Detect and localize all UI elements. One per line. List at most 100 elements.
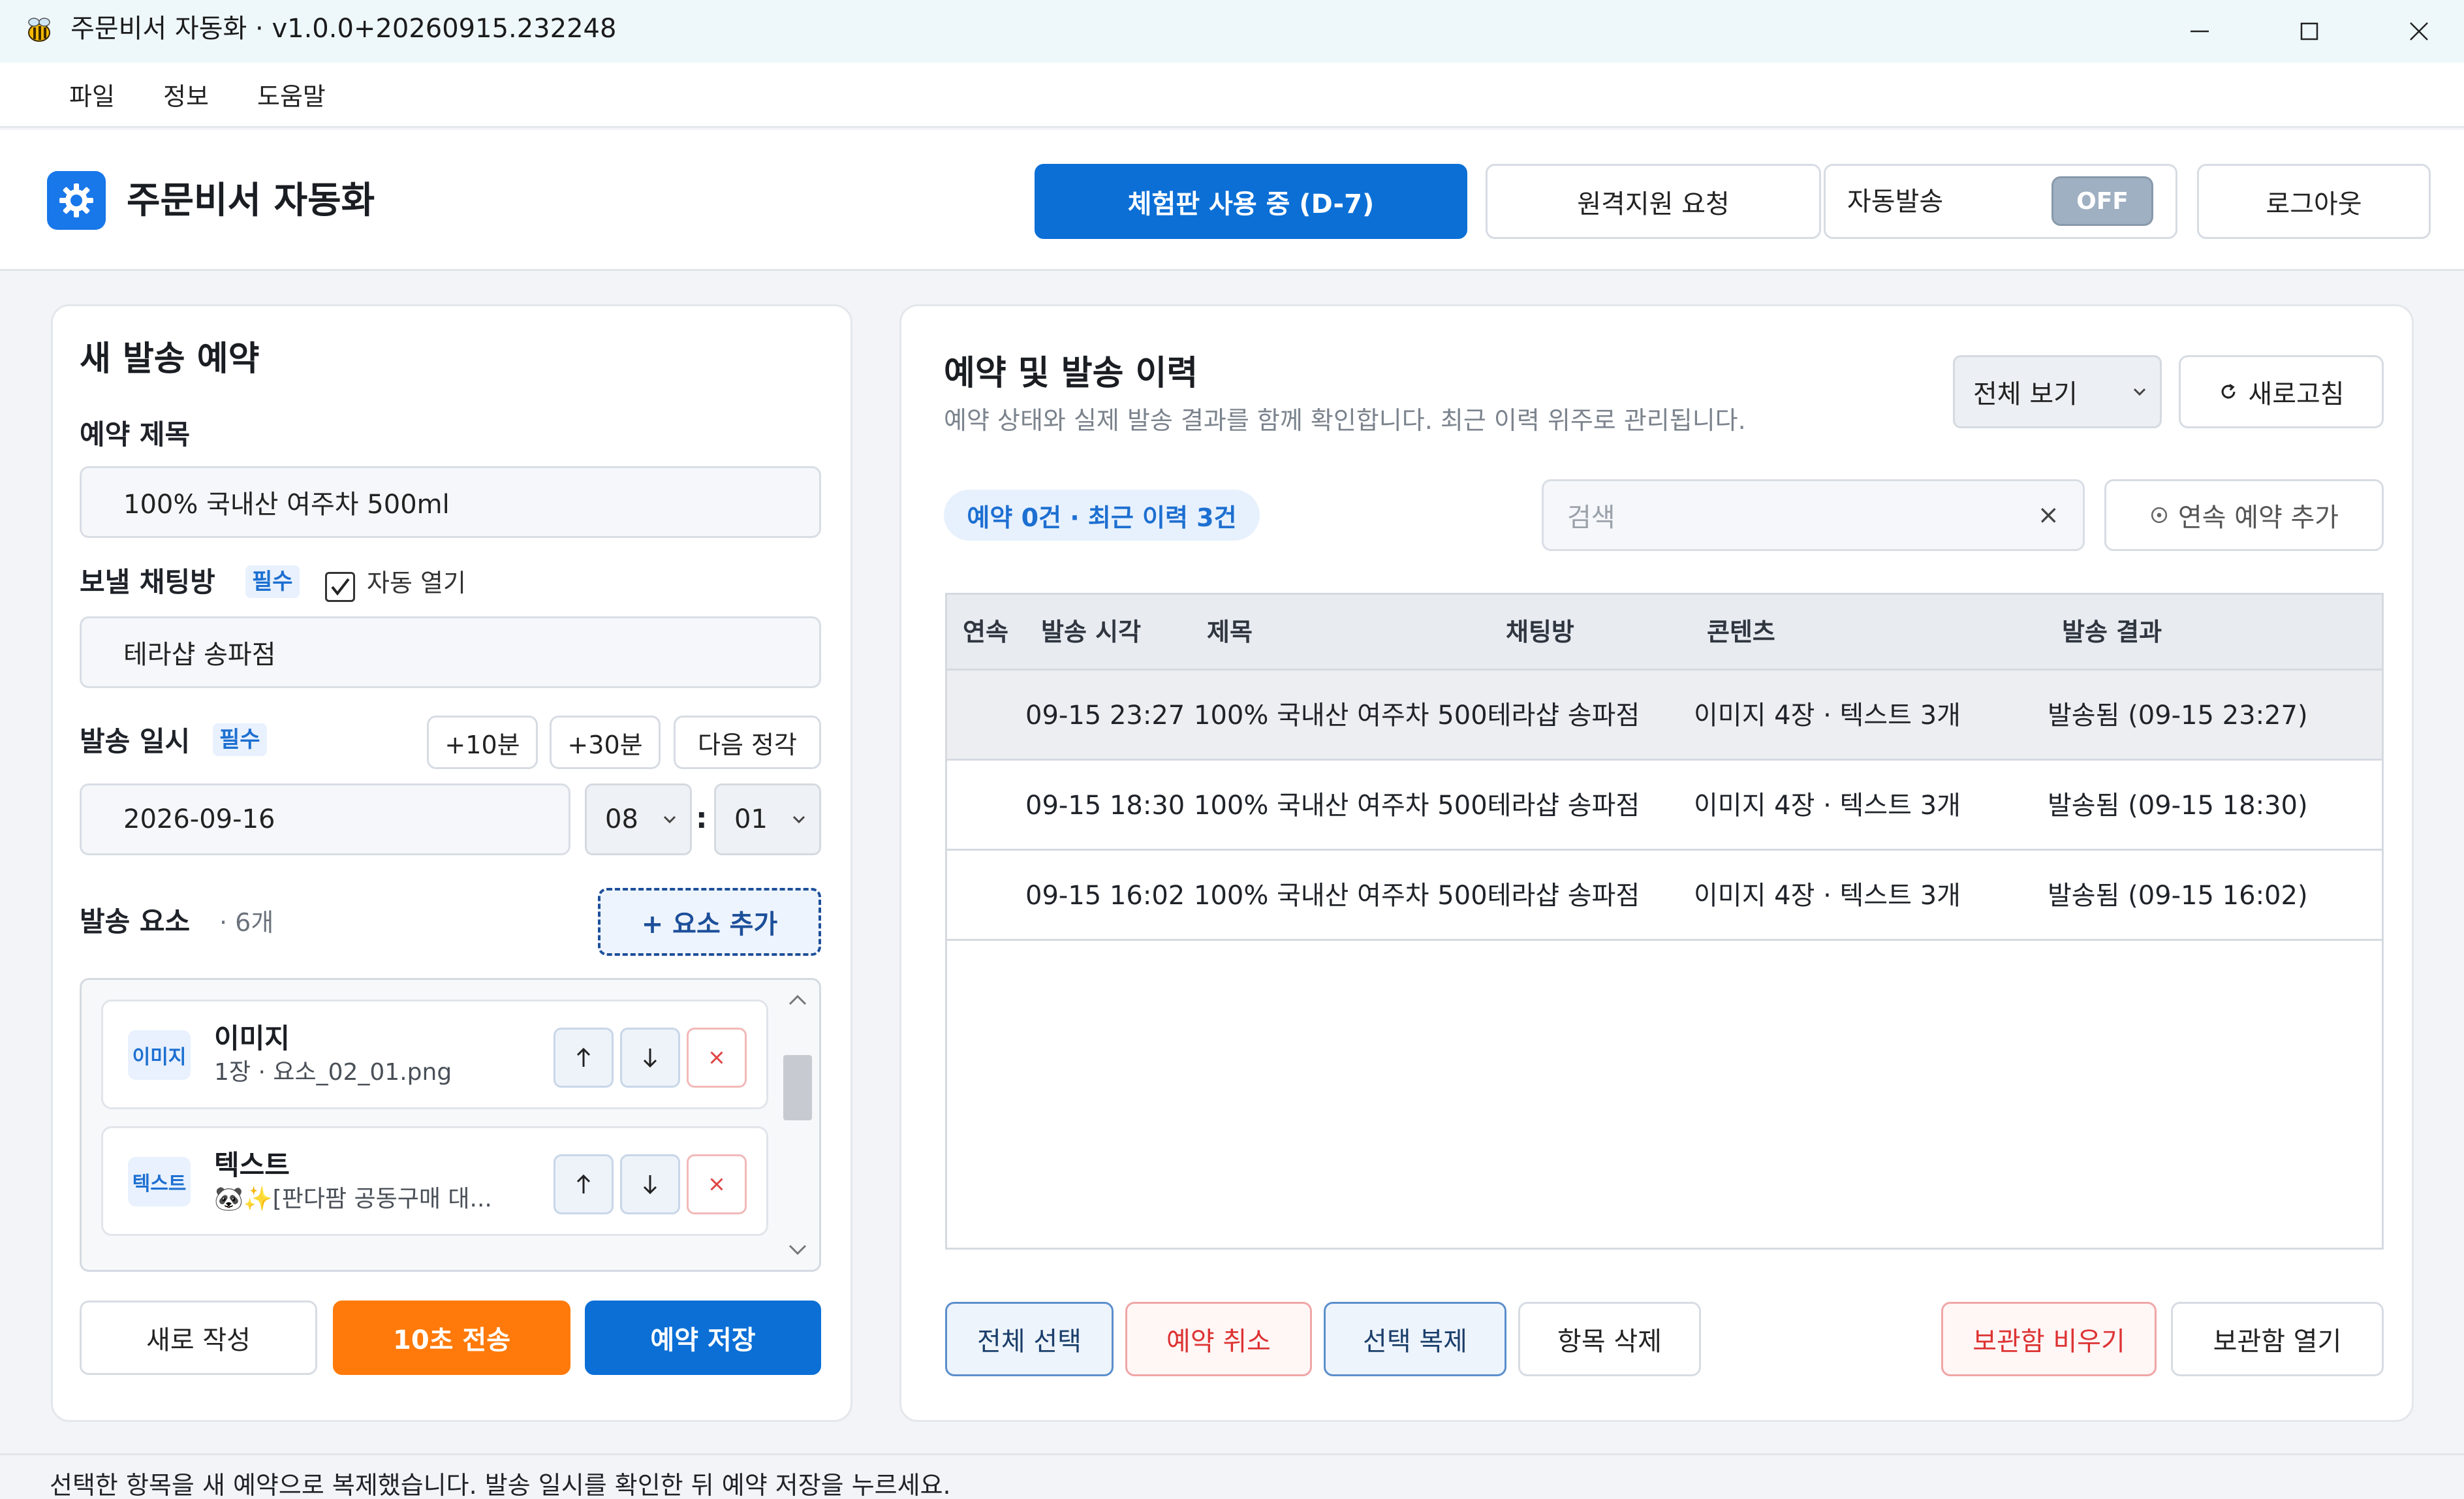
chat-room-label: 보낼 채팅방: [80, 566, 215, 598]
new-reservation-heading: 새 발송 예약: [80, 339, 260, 379]
element-subtitle: 🐼✨[판다팜 공동구매 대...: [214, 1186, 492, 1212]
cell-content: 이미지 4장 · 텍스트 3개: [1694, 881, 1961, 911]
element-title: 이미지: [214, 1022, 290, 1054]
title-label: 예약 제목: [80, 418, 191, 450]
new-draft-button[interactable]: 새로 작성: [80, 1301, 317, 1375]
auto-open-label: 자동 열기: [367, 569, 466, 597]
move-up-button[interactable]: [554, 1028, 614, 1088]
arrow-up-icon: [576, 1174, 591, 1193]
filter-value: 전체 보기: [1973, 379, 2078, 409]
add-series-reservation-button[interactable]: 연속 예약 추가: [2104, 479, 2384, 551]
filter-select[interactable]: 전체 보기: [1953, 355, 2162, 428]
refresh-label: 새로고침: [2248, 379, 2345, 409]
element-title: 텍스트: [214, 1149, 290, 1181]
history-heading: 예약 및 발송 이력: [944, 354, 1198, 393]
cell-time: 09-15 18:30: [1025, 791, 1185, 821]
table-row[interactable]: 09-15 23:27 100% 국내산 여주차 500테라샵 송파점 이미지 …: [947, 671, 2382, 761]
search-input[interactable]: 검색 ×: [1542, 479, 2085, 551]
element-type-badge: 이미지: [128, 1030, 191, 1080]
title-input[interactable]: 100% 국내산 여주차 500ml: [80, 466, 821, 538]
cell-time: 09-15 23:27: [1025, 701, 1185, 731]
open-archive-button[interactable]: 보관함 열기: [2171, 1302, 2384, 1376]
element-list-scrollbar[interactable]: [779, 983, 816, 1267]
clear-search-icon[interactable]: ×: [2037, 500, 2059, 530]
checkmark-icon: [331, 578, 350, 596]
move-down-button[interactable]: [620, 1154, 680, 1214]
close-icon: [710, 1051, 723, 1064]
date-input[interactable]: 2026-09-16: [80, 783, 570, 855]
cell-result: 발송됨 (09-15 23:27): [2048, 701, 2308, 731]
menu-info[interactable]: 정보: [163, 78, 209, 115]
maximize-icon: [2300, 22, 2318, 40]
trial-status-button[interactable]: 체험판 사용 중 (D-7): [1035, 164, 1467, 239]
arrow-down-icon: [643, 1175, 657, 1195]
select-all-button[interactable]: 전체 선택: [945, 1302, 1114, 1376]
cell-time: 09-15 16:02: [1025, 881, 1185, 911]
next-hour-button[interactable]: 다음 정각: [674, 716, 821, 769]
move-down-button[interactable]: [620, 1028, 680, 1088]
auto-send-switch[interactable]: OFF: [2051, 176, 2153, 226]
auto-open-checkbox[interactable]: [325, 572, 355, 602]
minimize-icon: [2191, 30, 2209, 33]
column-result[interactable]: 발송 결과: [2062, 616, 2162, 648]
plus-10-minutes-button[interactable]: +10분: [427, 716, 538, 769]
element-type-badge: 텍스트: [128, 1157, 191, 1207]
window-title: 주문비서 자동화 · v1.0.0+20260915.232248: [70, 14, 617, 44]
chat-room-input[interactable]: 테라샵 송파점: [80, 616, 821, 688]
status-message: 선택한 항목을 새 예약으로 복제했습니다. 발송 일시를 확인한 뒤 예약 저…: [50, 1471, 951, 1499]
move-up-button[interactable]: [554, 1154, 614, 1214]
logout-button[interactable]: 로그아웃: [2197, 164, 2431, 239]
chevron-down-icon: [792, 815, 805, 824]
table-row[interactable]: 09-15 18:30 100% 국내산 여주차 500테라샵 송파점 이미지 …: [947, 761, 2382, 851]
hour-select[interactable]: 08: [585, 783, 692, 855]
elements-count: · 6개: [219, 908, 274, 937]
history-subtitle: 예약 상태와 실제 발송 결과를 함께 확인합니다. 최근 이력 위주로 관리됩…: [944, 406, 1746, 435]
required-badge-datetime: 필수: [213, 723, 267, 756]
menu-help[interactable]: 도움말: [257, 78, 326, 115]
remote-support-button[interactable]: 원격지원 요청: [1486, 164, 1821, 239]
refresh-icon: [2221, 384, 2236, 399]
remove-element-button[interactable]: [687, 1154, 747, 1214]
add-series-label: 연속 예약 추가: [2177, 503, 2339, 533]
list-item[interactable]: 텍스트 텍스트 🐼✨[판다팜 공동구매 대...: [101, 1126, 768, 1236]
cell-content: 이미지 4장 · 텍스트 3개: [1694, 701, 1961, 731]
cell-title-room: 100% 국내산 여주차 500테라샵 송파점: [1194, 791, 1640, 821]
column-send-time[interactable]: 발송 시각: [1041, 616, 1141, 648]
elements-label: 발송 요소: [80, 906, 191, 938]
auto-send-label: 자동발송: [1847, 187, 1944, 217]
cell-title-room: 100% 국내산 여주차 500테라샵 송파점: [1194, 701, 1640, 731]
chevron-down-icon: [2133, 388, 2146, 396]
column-content[interactable]: 콘텐츠: [1707, 616, 1775, 648]
cell-content: 이미지 4장 · 텍스트 3개: [1694, 791, 1961, 821]
remove-element-button[interactable]: [687, 1028, 747, 1088]
column-series[interactable]: 연속: [963, 616, 1008, 648]
minimize-button[interactable]: [2145, 0, 2254, 63]
menu-file[interactable]: 파일: [69, 78, 115, 115]
cell-result: 발송됨 (09-15 18:30): [2048, 791, 2308, 821]
close-icon: [2410, 22, 2428, 40]
close-window-button[interactable]: [2364, 0, 2464, 63]
duplicate-selected-button[interactable]: 선택 복제: [1324, 1302, 1506, 1376]
minute-select[interactable]: 01: [714, 783, 821, 855]
cancel-reservation-button[interactable]: 예약 취소: [1125, 1302, 1312, 1376]
send-in-10-seconds-button[interactable]: 10초 전송: [333, 1301, 570, 1375]
time-separator: :: [696, 802, 708, 835]
history-table: 연속 발송 시각 제목 채팅방 콘텐츠 발송 결과 09-15 23:27 10…: [945, 593, 2384, 1250]
element-subtitle: 1장 · 요소_02_01.png: [214, 1059, 452, 1086]
element-list: 이미지 이미지 1장 · 요소_02_01.png 텍스트 텍스트 🐼✨[판다팜…: [80, 978, 821, 1272]
arrow-down-icon: [643, 1049, 657, 1068]
column-title[interactable]: 제목: [1207, 616, 1253, 648]
summary-badge: 예약 0건 · 최근 이력 3건: [944, 490, 1260, 541]
delete-item-button[interactable]: 항목 삭제: [1518, 1302, 1701, 1376]
empty-archive-button[interactable]: 보관함 비우기: [1941, 1302, 2157, 1376]
table-row[interactable]: 09-15 16:02 100% 국내산 여주차 500테라샵 송파점 이미지 …: [947, 851, 2382, 941]
list-item[interactable]: 이미지 이미지 1장 · 요소_02_01.png: [101, 1000, 768, 1109]
column-chat-room[interactable]: 채팅방: [1506, 616, 1574, 648]
bee-app-icon: [22, 13, 56, 47]
maximize-button[interactable]: [2254, 0, 2364, 63]
add-element-button[interactable]: + 요소 추가: [598, 888, 821, 956]
plus-30-minutes-button[interactable]: +30분: [550, 716, 661, 769]
app-title: 주문비서 자동화: [127, 180, 375, 222]
refresh-button[interactable]: 새로고침: [2179, 355, 2384, 428]
save-reservation-button[interactable]: 예약 저장: [585, 1301, 821, 1375]
